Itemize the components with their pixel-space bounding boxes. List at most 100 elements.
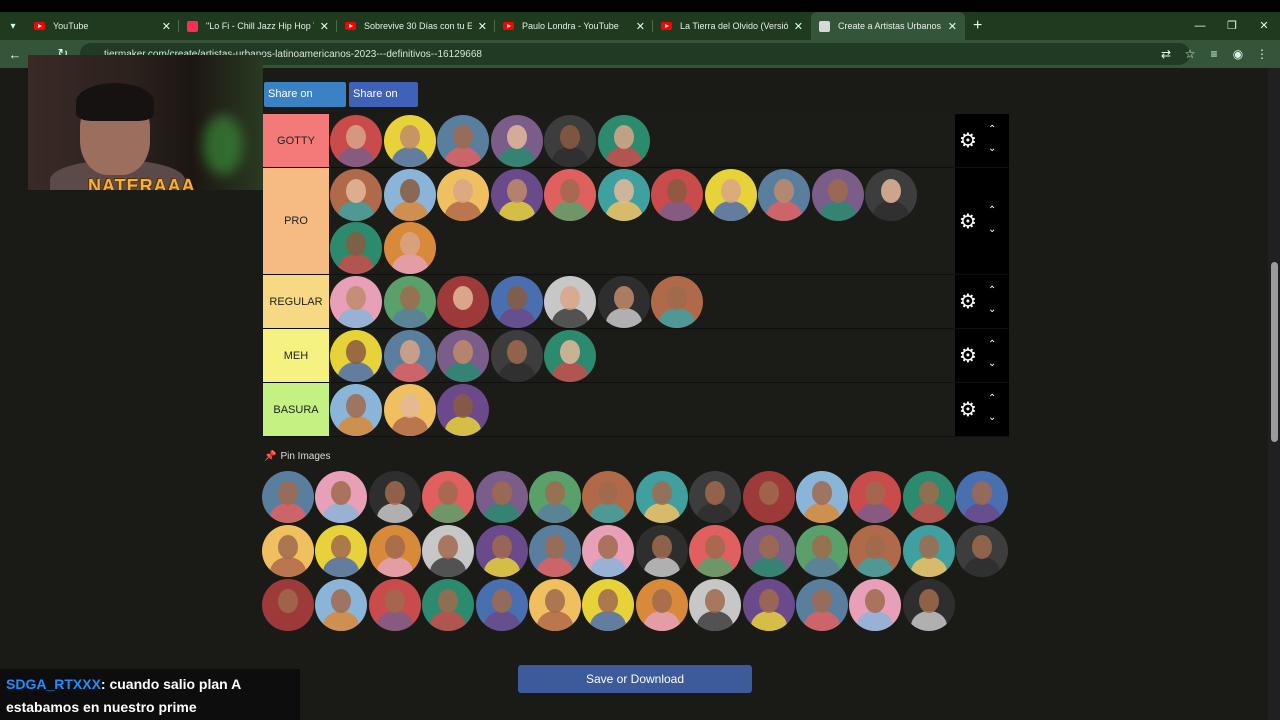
close-icon[interactable]: ✕ [794,20,803,33]
artist-avatar[interactable] [437,276,489,328]
unranked-artist-avatar[interactable] [315,579,368,631]
unranked-artist-avatar[interactable] [475,525,528,577]
unranked-artist-avatar[interactable] [368,579,421,631]
profile-icon[interactable]: ◉ [1228,47,1248,61]
minimize-icon[interactable]: — [1184,12,1216,40]
gear-icon[interactable]: ⚙ [959,292,977,312]
menu-kebab-icon[interactable]: ⋮ [1252,47,1272,61]
bookmark-star-icon[interactable]: ☆ [1180,47,1200,61]
tier-label[interactable]: GOTTY [263,114,329,167]
unranked-artist-avatar[interactable] [475,579,528,631]
share-twitter-button[interactable]: Share on Twitter [264,82,346,125]
artist-avatar[interactable] [758,169,810,221]
unranked-artist-avatar[interactable] [635,471,688,523]
scrollbar-thumb[interactable] [1271,262,1278,442]
tier-label[interactable]: REGULAR [263,275,329,328]
artist-avatar[interactable] [437,169,489,221]
artist-avatar[interactable] [811,169,864,221]
unranked-artist-avatar[interactable] [262,525,314,577]
unranked-artist-avatar[interactable] [635,525,688,577]
unranked-artist-avatar[interactable] [902,525,955,577]
artist-avatar[interactable] [544,169,596,221]
unranked-artist-avatar[interactable] [742,579,795,631]
close-icon[interactable]: ✕ [162,20,171,33]
tab-tierra-olvido[interactable]: La Tierra del Olvido (Versión Sal ✕ [653,12,811,40]
unranked-artist-avatar[interactable] [262,471,314,523]
tier-label[interactable]: BASURA [263,383,329,436]
tier-label[interactable]: MEH [263,329,329,382]
artist-avatar[interactable] [330,222,382,274]
artist-avatar[interactable] [544,330,596,382]
unranked-artist-avatar[interactable] [422,471,475,523]
new-tab-button[interactable]: + [965,17,990,35]
media-queue-icon[interactable]: ≡ [1204,47,1224,61]
back-icon[interactable]: ← [3,47,27,62]
tab-lofi[interactable]: "Lo Fi - Chill Jazz Hip Hop Vibe ✕ [179,12,337,40]
unranked-artist-avatar[interactable] [796,525,848,577]
save-download-button[interactable]: Save or Download [518,665,752,693]
unranked-artist-avatar[interactable] [582,579,635,631]
unranked-artist-avatar[interactable] [635,579,688,631]
artist-avatar[interactable] [704,169,757,221]
move-down-icon[interactable]: ⌄ [988,143,996,154]
tab-youtube[interactable]: YouTube ✕ [26,12,179,40]
tier-label[interactable]: PRO [263,168,329,274]
gear-icon[interactable]: ⚙ [959,131,977,151]
artist-avatar[interactable] [383,115,436,167]
unranked-artist-avatar[interactable] [956,471,1009,523]
artist-avatar[interactable] [490,276,543,328]
unranked-artist-avatar[interactable] [742,471,795,523]
move-down-icon[interactable]: ⌄ [988,224,996,235]
unranked-artist-avatar[interactable] [315,471,368,523]
artist-avatar[interactable] [544,115,596,167]
move-down-icon[interactable]: ⌄ [988,412,996,423]
artist-avatar[interactable] [651,169,703,221]
unranked-artist-avatar[interactable] [796,471,848,523]
move-up-icon[interactable]: ⌃ [988,285,996,296]
artist-avatar[interactable] [490,330,543,382]
artist-avatar[interactable] [330,384,382,436]
artist-avatar[interactable] [437,115,489,167]
artist-avatar[interactable] [330,169,382,221]
tab-paulo-londra[interactable]: Paulo Londra - YouTube ✕ [495,12,653,40]
restore-icon[interactable]: ❐ [1216,12,1248,40]
unranked-artist-avatar[interactable] [849,471,902,523]
tab-search-chevron-icon[interactable]: ▾ [0,12,26,40]
artist-avatar[interactable] [597,276,650,328]
artist-avatar[interactable] [383,276,436,328]
unranked-artist-avatar[interactable] [689,579,742,631]
move-up-icon[interactable]: ⌃ [988,205,996,216]
unranked-artist-avatar[interactable] [529,525,581,577]
move-up-icon[interactable]: ⌃ [988,124,996,135]
close-window-icon[interactable]: ✕ [1248,12,1280,40]
artist-avatar[interactable] [330,330,382,382]
unranked-artist-avatar[interactable] [582,471,635,523]
artist-avatar[interactable] [437,330,489,382]
unranked-artist-avatar[interactable] [315,525,368,577]
unranked-artist-avatar[interactable] [368,525,421,577]
artist-avatar[interactable] [651,276,703,328]
close-icon[interactable]: ✕ [320,20,329,33]
close-icon[interactable]: ✕ [636,20,645,33]
close-icon[interactable]: ✕ [948,20,957,33]
artist-avatar[interactable] [544,276,596,328]
unranked-artist-avatar[interactable] [796,579,848,631]
unranked-artist-avatar[interactable] [262,579,314,631]
unranked-artist-avatar[interactable] [956,525,1009,577]
artist-avatar[interactable] [437,384,489,436]
tab-sobrevive[interactable]: Sobrevive 30 Días con tu Ex en M ✕ [337,12,495,40]
unranked-artist-avatar[interactable] [742,525,795,577]
artist-avatar[interactable] [330,115,382,167]
unranked-artist-avatar[interactable] [689,471,742,523]
unranked-artist-avatar[interactable] [422,525,475,577]
artist-avatar[interactable] [865,169,917,221]
scrollbar[interactable] [1268,68,1280,720]
move-up-icon[interactable]: ⌃ [988,393,996,404]
artist-avatar[interactable] [597,169,650,221]
artist-avatar[interactable] [597,115,650,167]
artist-avatar[interactable] [383,222,436,274]
close-icon[interactable]: ✕ [478,20,487,33]
move-up-icon[interactable]: ⌃ [988,339,996,350]
unranked-artist-avatar[interactable] [475,471,528,523]
artist-avatar[interactable] [383,384,436,436]
